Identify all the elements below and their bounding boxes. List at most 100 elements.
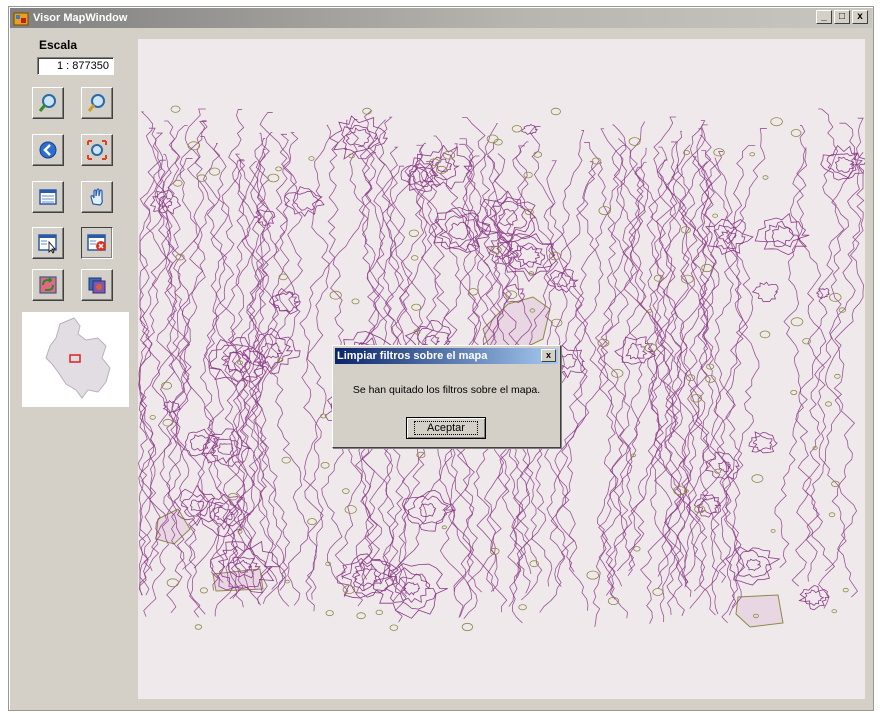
contour-loop xyxy=(418,503,437,518)
contour-line xyxy=(647,120,706,589)
scale-field[interactable]: 1 : 877350 xyxy=(37,57,114,75)
contour-loop xyxy=(341,125,380,153)
map-spot xyxy=(267,173,280,183)
dialog-title-bar[interactable]: Limpiar filtros sobre el mapa x xyxy=(335,348,558,364)
map-spot xyxy=(712,213,718,218)
apply-filter-button[interactable] xyxy=(32,227,64,259)
contour-loop xyxy=(815,287,830,300)
map-spot xyxy=(166,578,179,588)
map-spot xyxy=(275,166,282,172)
back-button[interactable] xyxy=(32,134,64,166)
contour-loop xyxy=(481,196,536,237)
refresh-map-icon xyxy=(39,276,57,294)
map-spot xyxy=(329,290,342,300)
map-spot xyxy=(320,461,330,469)
map-spot xyxy=(344,505,357,514)
zoom-out-button[interactable] xyxy=(81,87,113,119)
layer-list-button[interactable] xyxy=(32,181,64,213)
map-spot xyxy=(149,415,156,420)
map-spot xyxy=(284,579,290,584)
contour-loop xyxy=(736,549,770,578)
maximize-button[interactable]: □ xyxy=(834,10,850,24)
contour-loop xyxy=(771,225,796,246)
contour-line xyxy=(303,124,332,612)
clear-filter-button[interactable] xyxy=(81,227,113,259)
title-bar[interactable]: Visor MapWindow _ □ x xyxy=(10,8,872,28)
contour-loop xyxy=(345,127,371,147)
map-spot xyxy=(770,528,776,533)
map-spot xyxy=(362,107,372,115)
apply-filter-icon xyxy=(38,234,57,254)
map-spot xyxy=(351,298,360,305)
pan-button[interactable] xyxy=(81,181,113,213)
export-map-icon xyxy=(88,277,106,294)
zoom-in-button[interactable] xyxy=(32,87,64,119)
contour-loop xyxy=(217,443,234,455)
refresh-map-button[interactable] xyxy=(32,269,64,301)
map-spot xyxy=(389,624,399,631)
contour-loop xyxy=(328,115,388,160)
scale-label: Escala xyxy=(39,38,78,52)
dialog-title: Limpiar filtros sobre el mapa xyxy=(337,350,488,362)
map-spot xyxy=(825,401,833,407)
minimize-button[interactable]: _ xyxy=(816,10,832,24)
map-spot xyxy=(550,107,561,116)
map-spot xyxy=(701,263,713,273)
map-spot xyxy=(838,307,847,313)
map-spot xyxy=(652,588,664,596)
map-spot xyxy=(162,418,174,427)
map-spot xyxy=(828,512,836,518)
contour-line xyxy=(143,154,189,617)
app-icon xyxy=(13,11,29,26)
map-spot xyxy=(533,151,543,158)
map-spot xyxy=(342,585,356,594)
dialog-message: Se han quitado los filtros sobre el mapa… xyxy=(352,384,541,396)
contour-loop xyxy=(414,144,473,190)
contour-loop xyxy=(725,546,781,586)
app-window: Visor MapWindow _ □ x Escala 1 : 877350 xyxy=(8,6,874,711)
map-spot xyxy=(586,570,600,580)
map-spot xyxy=(628,137,641,146)
overview-map[interactable] xyxy=(22,312,129,407)
map-spot xyxy=(759,330,771,339)
zoom-in-icon xyxy=(38,94,56,112)
map-spot xyxy=(356,612,366,620)
map-spot xyxy=(411,303,422,311)
map-spot xyxy=(196,174,208,182)
contour-loop xyxy=(284,186,325,217)
map-spot xyxy=(199,587,208,594)
map-spot xyxy=(187,141,201,151)
contour-loop xyxy=(518,246,540,265)
map-spot xyxy=(411,255,419,261)
contour-loop xyxy=(804,589,824,607)
contour-loop xyxy=(748,431,778,454)
contour-line xyxy=(606,161,666,619)
contour-loop xyxy=(754,212,810,256)
dialog-close-button[interactable]: x xyxy=(541,349,556,362)
map-spot xyxy=(375,609,383,616)
zoom-extent-icon xyxy=(87,140,107,160)
contour-loop xyxy=(189,499,205,512)
zoom-extent-button[interactable] xyxy=(81,134,113,166)
map-spot xyxy=(790,389,798,395)
map-spot xyxy=(647,309,653,313)
map-spot xyxy=(790,317,804,327)
contour-line xyxy=(166,120,208,614)
map-spot xyxy=(834,373,841,379)
contour-loop xyxy=(180,493,213,517)
map-spot xyxy=(173,179,183,187)
contour-line xyxy=(230,149,301,606)
contour-line xyxy=(214,112,291,617)
contour-loop xyxy=(521,124,539,135)
map-spot xyxy=(831,609,838,614)
back-arrow-icon xyxy=(39,141,57,159)
close-button[interactable]: x xyxy=(852,10,868,24)
contour-loop xyxy=(751,281,779,303)
accept-button-label: Aceptar xyxy=(414,421,478,435)
map-spot xyxy=(842,587,849,593)
map-spot xyxy=(551,318,563,327)
map-spot xyxy=(209,167,221,176)
export-map-button[interactable] xyxy=(81,269,113,301)
accept-button[interactable]: Aceptar xyxy=(406,417,486,439)
map-spot xyxy=(518,604,527,611)
